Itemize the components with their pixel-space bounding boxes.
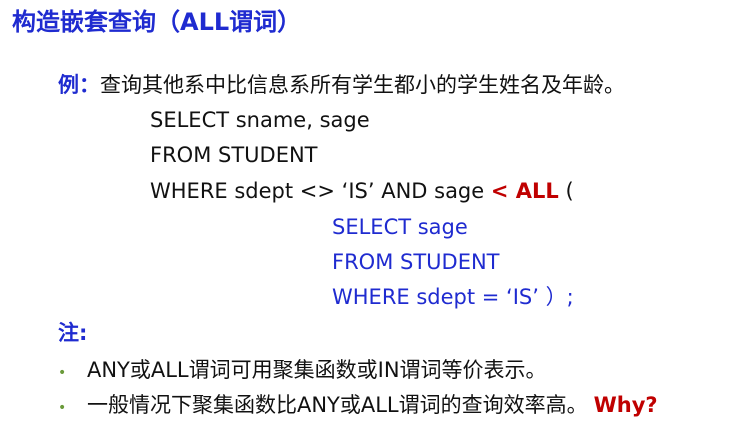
bullet-dot-icon: • <box>58 365 67 381</box>
open-paren: ( <box>558 179 574 203</box>
inner-from: FROM STUDENT <box>332 250 500 274</box>
outer-where: WHERE sdept <> ‘IS’ AND sage < ALL ( <box>150 176 574 206</box>
why-emphasis: Why? <box>593 393 658 417</box>
bullet-text-1: ANY或ALL谓词可用聚集函数或IN谓词等价表示。 <box>86 358 547 382</box>
outer-where-condition: WHERE sdept <> ‘IS’ AND sage <box>150 179 491 203</box>
example-line: 例：查询其他系中比信息系所有学生都小的学生姓名及年龄。 <box>58 70 625 100</box>
example-label: 例： <box>58 73 100 97</box>
outer-select: SELECT sname, sage <box>150 108 370 132</box>
inner-select: SELECT sage <box>332 215 468 239</box>
bullet-item-2: • 一般情况下聚集函数比ANY或ALL谓词的查询效率高。 Why? <box>58 390 658 423</box>
example-text: 查询其他系中比信息系所有学生都小的学生姓名及年龄。 <box>100 73 625 97</box>
bullet-text-2: 一般情况下聚集函数比ANY或ALL谓词的查询效率高。 <box>86 393 588 417</box>
note-label: 注: <box>58 321 88 345</box>
bullet-dot-icon: • <box>58 400 67 416</box>
bullet-item-1: • ANY或ALL谓词可用聚集函数或IN谓词等价表示。 <box>58 355 547 388</box>
inner-where: WHERE sdept = ‘IS’ ）; <box>332 285 574 309</box>
all-keyword: < ALL <box>490 179 559 203</box>
outer-from: FROM STUDENT <box>150 143 318 167</box>
page-title: 构造嵌套查询（ALL谓词） <box>12 8 302 36</box>
